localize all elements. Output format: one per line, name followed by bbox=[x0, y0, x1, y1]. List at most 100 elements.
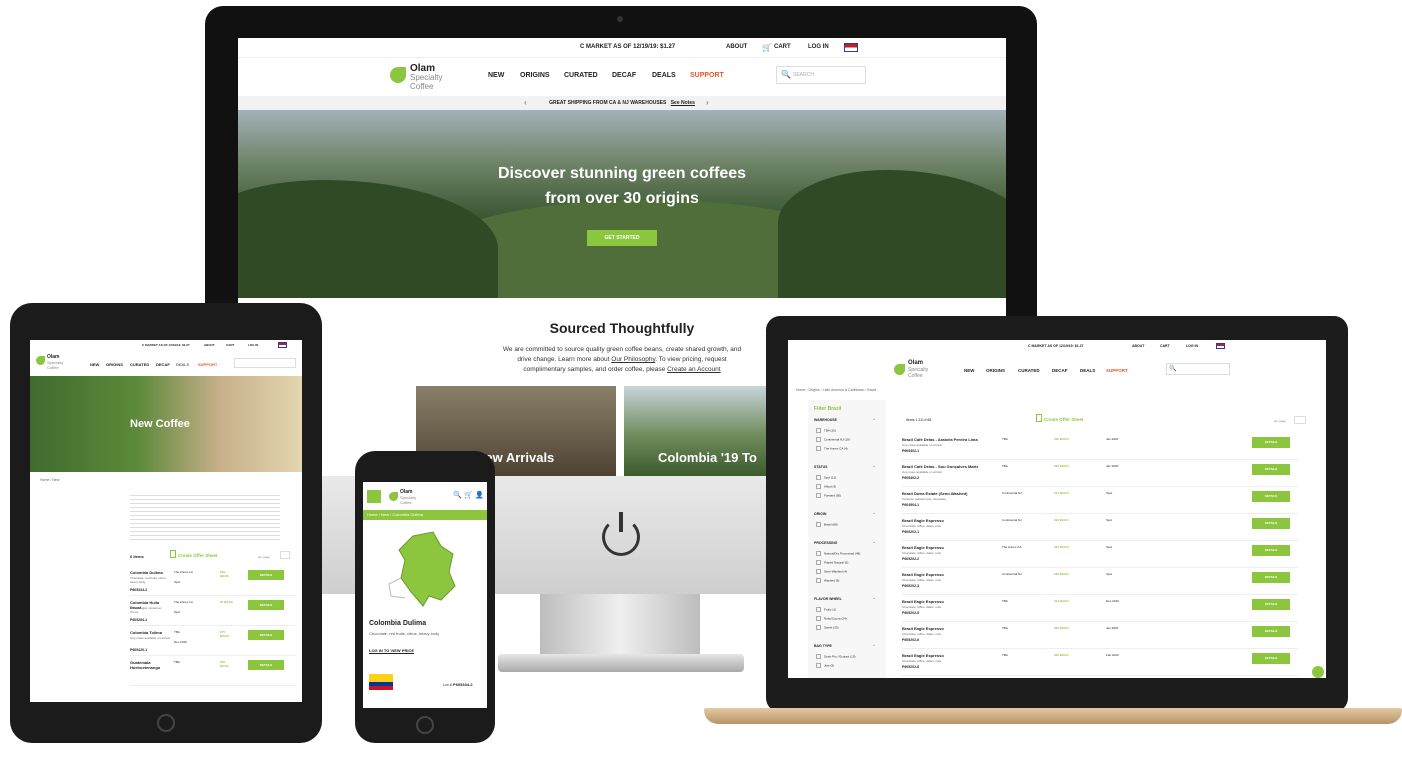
checkbox[interactable] bbox=[816, 428, 821, 433]
details-button[interactable]: DETAILS bbox=[1252, 518, 1290, 529]
details-button[interactable]: DETAILS bbox=[1252, 545, 1290, 556]
filter-group-label[interactable]: PROCESSING bbox=[814, 541, 837, 545]
chevron-left-icon[interactable]: ‹ bbox=[524, 96, 527, 110]
shipping-link[interactable]: See Notes bbox=[671, 100, 695, 106]
filter-option[interactable]: Continental NJ (18) bbox=[816, 437, 850, 442]
cart-icon[interactable]: 🛒 bbox=[464, 491, 473, 499]
nav-decaf[interactable]: DECAF bbox=[1052, 368, 1068, 373]
filter-group-label[interactable]: BAG TYPE bbox=[814, 644, 832, 648]
user-icon[interactable]: 👤 bbox=[475, 491, 484, 499]
cart-link[interactable]: CART bbox=[774, 44, 791, 50]
filter-option[interactable]: Sweet (33) bbox=[816, 625, 839, 630]
nav-decaf[interactable]: DECAF bbox=[156, 362, 170, 367]
checkbox[interactable] bbox=[816, 607, 821, 612]
chevron-down-icon[interactable]: ⌄ bbox=[872, 539, 876, 545]
market-price[interactable]: C MARKET AS OF 12/19/19: $1.27 bbox=[1028, 344, 1084, 348]
olam-logo-icon[interactable] bbox=[390, 67, 406, 83]
details-button[interactable]: DETAILS bbox=[248, 570, 284, 580]
create-offer-sheet-link[interactable]: Create Offer Sheet bbox=[1044, 417, 1084, 422]
get-started-button[interactable]: GET STARTED bbox=[587, 230, 657, 246]
market-price[interactable]: C MARKET AS OF 12/19/19: $1.27 bbox=[580, 44, 675, 50]
product-name[interactable]: Guatemala Huehuetenango bbox=[130, 660, 170, 670]
filter-option[interactable]: Afloat (3) bbox=[816, 484, 836, 489]
create-account-link[interactable]: Create an Account bbox=[667, 366, 720, 373]
search-input[interactable] bbox=[234, 358, 296, 368]
search-input[interactable]: 🔍 bbox=[1166, 363, 1230, 375]
us-flag-icon[interactable] bbox=[1216, 343, 1225, 349]
olam-logo-icon[interactable] bbox=[36, 356, 45, 365]
filter-option[interactable]: Nutty/Cocoa (24) bbox=[816, 616, 847, 621]
about-link[interactable]: ABOUT bbox=[1132, 344, 1144, 348]
login-link[interactable]: LOG IN bbox=[1186, 344, 1198, 348]
nav-support[interactable]: SUPPORT bbox=[690, 72, 724, 79]
checkbox[interactable] bbox=[816, 569, 821, 574]
login-price-link[interactable]: LOG IN TO VIEW PRICE bbox=[369, 648, 414, 653]
filter-option[interactable]: Fruity (1) bbox=[816, 607, 836, 612]
nav-new[interactable]: NEW bbox=[90, 362, 99, 367]
breadcrumb[interactable]: Home › Origins › Latin America & Caribbe… bbox=[796, 388, 876, 392]
breadcrumb[interactable]: Home / New bbox=[40, 478, 59, 482]
filter-option[interactable]: Semi-Washed (4) bbox=[816, 569, 847, 574]
breadcrumb[interactable]: Home / New / Colombia Dulima bbox=[363, 510, 487, 520]
details-button[interactable]: DETAILS bbox=[1252, 464, 1290, 475]
us-flag-icon[interactable] bbox=[278, 342, 287, 348]
details-button[interactable]: DETAILS bbox=[1252, 599, 1290, 610]
nav-curated[interactable]: CURATED bbox=[1018, 368, 1040, 373]
login-link[interactable]: LOG IN bbox=[248, 343, 258, 347]
nav-decaf[interactable]: DECAF bbox=[612, 72, 636, 79]
cart-icon[interactable]: 🛒 bbox=[762, 43, 772, 52]
checkbox[interactable] bbox=[816, 446, 821, 451]
about-link[interactable]: ABOUT bbox=[204, 343, 215, 347]
login-link[interactable]: LOG IN bbox=[808, 44, 829, 50]
nav-deals[interactable]: DEALS bbox=[652, 72, 676, 79]
filter-group-label[interactable]: WAREHOUSE bbox=[814, 418, 837, 422]
nav-origins[interactable]: ORIGINS bbox=[520, 72, 550, 79]
checkbox[interactable] bbox=[816, 437, 821, 442]
olam-logo-icon[interactable] bbox=[389, 492, 398, 501]
details-button[interactable]: DETAILS bbox=[1252, 653, 1290, 664]
product-name[interactable]: Brazil Café Delas - Sou Gonçalves Mariz bbox=[902, 464, 978, 469]
product-name[interactable]: Brazil Eagle Espresso bbox=[902, 626, 944, 631]
filter-option[interactable]: TBA (15) bbox=[816, 428, 836, 433]
nav-new[interactable]: NEW bbox=[964, 368, 975, 373]
filter-option[interactable]: Jute (5) bbox=[816, 663, 834, 668]
chevron-down-icon[interactable]: ⌄ bbox=[872, 510, 876, 516]
nav-deals[interactable]: DEALS bbox=[176, 362, 189, 367]
market-price[interactable]: C MARKET AS OF 12/19/19: $1.27 bbox=[142, 343, 190, 347]
product-name[interactable]: Colombia Tolima bbox=[130, 630, 170, 635]
filter-option[interactable]: Natural/Dry Processed (48) bbox=[816, 551, 860, 556]
checkbox[interactable] bbox=[816, 475, 821, 480]
chevron-right-icon[interactable]: › bbox=[706, 96, 709, 110]
scroll-top-button[interactable] bbox=[1312, 666, 1324, 678]
search-input[interactable]: 🔍 SEARCH bbox=[776, 66, 866, 84]
checkbox[interactable] bbox=[816, 522, 821, 527]
details-button[interactable]: DETAILS bbox=[248, 660, 284, 670]
filter-group-label[interactable]: STATUS bbox=[814, 465, 827, 469]
checkbox[interactable] bbox=[816, 625, 821, 630]
product-name[interactable]: Brazil Dutra Estate (Semi-Washed) bbox=[902, 491, 967, 496]
nav-support[interactable]: SUPPORT bbox=[1106, 368, 1128, 373]
chevron-down-icon[interactable]: ⌄ bbox=[872, 416, 876, 422]
product-name[interactable]: Brazil Eagle Espresso bbox=[902, 599, 944, 604]
checkbox[interactable] bbox=[816, 560, 821, 565]
filter-option[interactable]: Brazil (68) bbox=[816, 522, 838, 527]
about-link[interactable]: ABOUT bbox=[726, 44, 747, 50]
per-page-select[interactable] bbox=[1294, 416, 1306, 424]
chevron-down-icon[interactable]: ⌄ bbox=[872, 463, 876, 469]
details-button[interactable]: DETAILS bbox=[1252, 437, 1290, 448]
nav-deals[interactable]: DEALS bbox=[1080, 368, 1095, 373]
cart-link[interactable]: CART bbox=[1160, 344, 1170, 348]
olam-logo-icon[interactable] bbox=[894, 364, 905, 375]
checkbox[interactable] bbox=[816, 551, 821, 556]
nav-new[interactable]: NEW bbox=[488, 72, 504, 79]
per-page-select[interactable] bbox=[280, 551, 290, 559]
chevron-down-icon[interactable]: ⌄ bbox=[872, 642, 876, 648]
product-name[interactable]: Brazil Eagle Espresso bbox=[902, 653, 944, 658]
nav-curated[interactable]: CURATED bbox=[564, 72, 598, 79]
cart-link[interactable]: CART bbox=[226, 343, 234, 347]
product-name[interactable]: Brazil Eagle Espresso bbox=[902, 518, 944, 523]
checkbox[interactable] bbox=[816, 616, 821, 621]
filter-option[interactable]: Grain Pro / Ecotact (15) bbox=[816, 654, 856, 659]
search-icon[interactable]: 🔍 bbox=[453, 491, 462, 499]
checkbox[interactable] bbox=[816, 654, 821, 659]
